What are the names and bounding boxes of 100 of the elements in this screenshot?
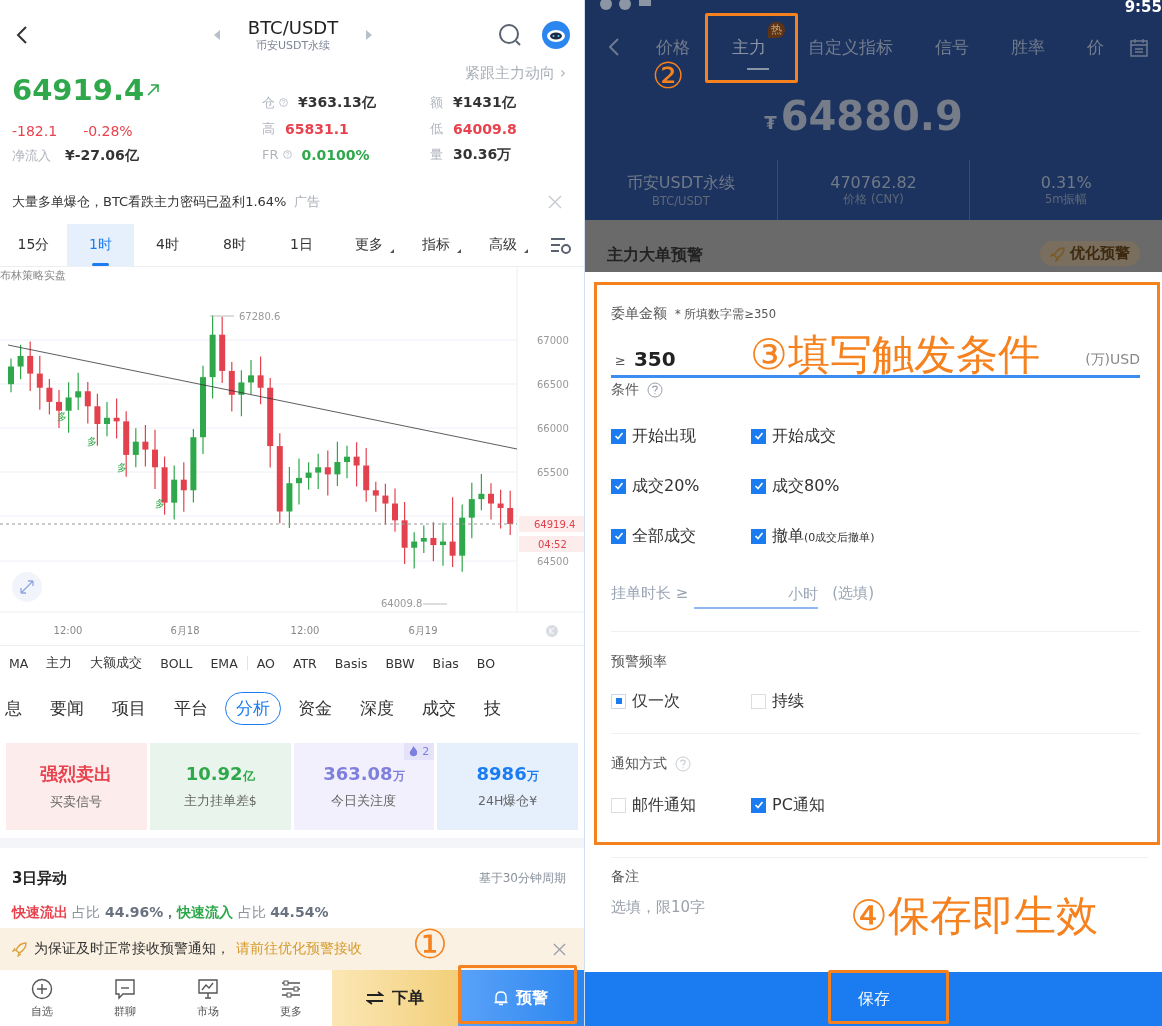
candle <box>478 473 485 511</box>
indicator-tab[interactable]: MA <box>0 655 38 671</box>
interval-tab[interactable]: 指标 <box>402 223 469 266</box>
checkbox[interactable] <box>611 478 626 494</box>
section-tab[interactable]: 技 <box>473 691 512 725</box>
low-price-label: 64009.8 <box>381 597 423 609</box>
indicator-tab[interactable]: 大额成交 <box>81 654 152 672</box>
radio-button[interactable] <box>751 693 766 709</box>
checkbox[interactable] <box>751 428 766 444</box>
metric-value: 363.08万 <box>323 762 405 785</box>
anomaly-title: 3日异动 <box>12 868 68 888</box>
badge-count: 2 <box>422 744 430 758</box>
interval-tab[interactable]: 更多 <box>335 223 402 266</box>
interval-tab[interactable]: 1日 <box>268 223 335 266</box>
price-change-percent: -0.28% <box>83 122 133 139</box>
checkmark-icon <box>612 530 625 542</box>
interval-tab[interactable]: 高级 <box>469 223 536 266</box>
candle <box>113 397 120 439</box>
strategy-label: 布林策略实盘 <box>0 268 66 281</box>
candle <box>180 461 187 513</box>
metric-card[interactable]: 10.92亿 主力挂单差$ <box>149 742 291 831</box>
candle <box>488 482 494 520</box>
signal-mark: 多 <box>87 435 97 447</box>
checkbox[interactable] <box>751 478 766 494</box>
candle <box>430 521 437 562</box>
metric-card[interactable]: 强烈卖出 买卖信号 <box>6 742 147 831</box>
nav-item[interactable]: 市场 <box>166 970 249 1026</box>
interval-tab[interactable]: 8时 <box>201 223 268 266</box>
candle <box>142 424 149 467</box>
field-label: 条件 <box>611 381 639 399</box>
checkbox-label: 成交80% <box>772 475 840 497</box>
field-label: 挂单时长 ≥ <box>611 583 689 603</box>
checkbox[interactable] <box>611 428 626 444</box>
dropdown-corner-icon <box>457 248 461 253</box>
section-tab[interactable]: 要闻 <box>39 691 95 725</box>
checkmark-icon <box>752 480 765 492</box>
candle <box>257 355 264 405</box>
nav-item[interactable]: 自选 <box>0 970 83 1026</box>
interval-tab[interactable]: 15分 <box>0 223 67 266</box>
metric-card[interactable]: 363.08万 今日关注度 2 <box>293 742 435 831</box>
section-tab[interactable]: 深度 <box>349 691 405 725</box>
ad-text[interactable]: 大量多单爆仓，BTC看跌主力密码已盈利1.64% <box>12 192 287 211</box>
interval-tab[interactable]: 4时 <box>134 223 201 266</box>
candle <box>238 369 245 417</box>
close-icon[interactable] <box>553 942 566 956</box>
indicator-tab[interactable]: 主力 <box>37 654 82 672</box>
candle <box>507 489 514 536</box>
help-icon[interactable] <box>647 382 663 398</box>
top-tab[interactable]: 主力 热 <box>711 22 787 72</box>
section-tab[interactable]: 成交 <box>411 691 467 725</box>
indicator-tab[interactable]: BO <box>467 655 505 671</box>
candle <box>459 503 466 572</box>
section-tab[interactable]: 项目 <box>101 691 157 725</box>
checkbox-label: PC通知 <box>772 794 825 816</box>
stat-label: 低 <box>430 119 443 138</box>
annotation-text: ③填写触发条件 <box>750 334 1040 376</box>
indicator-tab[interactable]: Basis <box>325 655 377 671</box>
stat-label: 仓 <box>262 93 275 112</box>
section-tab[interactable]: 平台 <box>163 691 219 725</box>
help-icon <box>279 98 288 108</box>
calendar-icon[interactable] <box>1129 38 1149 58</box>
indicator-tab[interactable]: EMA <box>201 655 247 671</box>
section-tab[interactable]: 资金 <box>287 691 343 725</box>
checkmark-icon <box>752 430 765 442</box>
order-button[interactable]: 下单 <box>332 970 458 1026</box>
checkmark-icon <box>612 480 625 492</box>
chart-settings-icon[interactable] <box>550 235 572 254</box>
nav-item[interactable]: 群聊 <box>83 970 166 1026</box>
metric-label: 主力挂单差$ <box>183 792 257 810</box>
radio-button[interactable] <box>611 693 626 709</box>
search-icon[interactable] <box>498 22 522 47</box>
indicator-tab[interactable]: BBW <box>376 655 424 671</box>
field-hint: * 所填数字需≥350 <box>675 306 776 322</box>
indicator-tab[interactable]: BOLL <box>151 655 202 671</box>
stat-label: 量 <box>430 145 443 164</box>
candle <box>420 524 427 554</box>
candle <box>440 521 446 567</box>
indicator-tab[interactable]: AO <box>247 655 284 671</box>
robot-avatar-icon[interactable] <box>542 20 570 49</box>
back-icon[interactable] <box>16 24 28 45</box>
metric-card[interactable]: 8986万 24H爆仓¥ <box>437 742 578 831</box>
net-flow-label: 净流入 <box>12 146 51 165</box>
save-button[interactable]: 保存 <box>585 972 1162 1026</box>
checkmark-icon <box>612 430 625 442</box>
nav-item[interactable]: 更多 <box>249 970 332 1026</box>
metric-value: 强烈卖出 <box>40 761 113 786</box>
help-icon <box>282 150 292 160</box>
checkbox[interactable] <box>611 528 626 544</box>
currency-symbol: ₮ <box>764 111 777 133</box>
candle <box>27 340 34 392</box>
interval-tab[interactable]: 1时 <box>67 223 134 266</box>
indicator-tab[interactable]: Bias <box>423 655 468 671</box>
checkbox[interactable] <box>751 528 766 544</box>
axis-label: 64500 <box>537 555 569 567</box>
candle <box>94 392 101 447</box>
checkbox-label: 撤单(0成交后撤单) <box>772 525 875 547</box>
checkbox[interactable] <box>751 797 766 813</box>
section-tab[interactable]: 息 <box>0 691 33 725</box>
indicator-tab[interactable]: ATR <box>283 655 326 671</box>
candle <box>84 381 91 424</box>
